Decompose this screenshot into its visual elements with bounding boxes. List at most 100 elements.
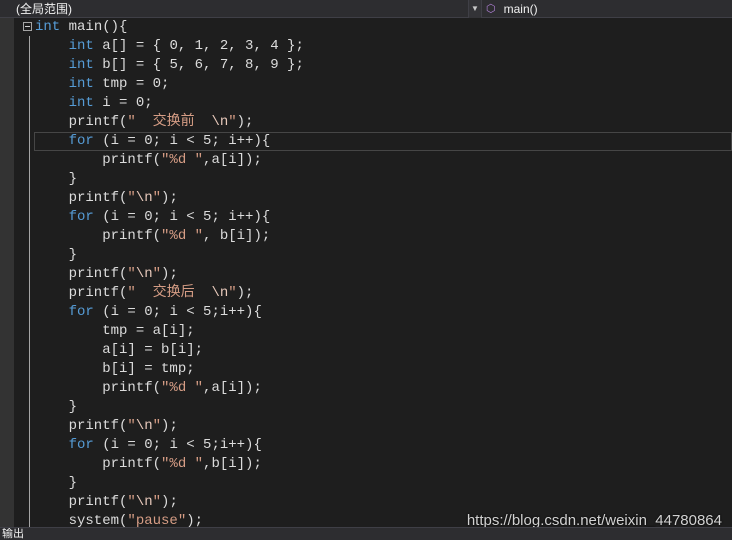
code-editor[interactable]: int main(){ int a[] = { 0, 1, 2, 3, 4 };… bbox=[0, 18, 732, 527]
code-line[interactable]: printf(" 交换后 \n"); bbox=[35, 284, 304, 303]
output-panel-label: 输出 bbox=[2, 528, 24, 540]
code-line[interactable]: a[i] = b[i]; bbox=[35, 341, 304, 360]
code-token: ); bbox=[161, 418, 178, 434]
member-dropdown-value: main() bbox=[503, 1, 538, 16]
code-token: \n bbox=[135, 494, 153, 510]
code-line[interactable]: int a[] = { 0, 1, 2, 3, 4 }; bbox=[35, 37, 304, 56]
code-token: int bbox=[68, 95, 94, 111]
code-token: "%d " bbox=[161, 456, 204, 472]
code-token: " bbox=[152, 190, 162, 206]
code-line[interactable]: int i = 0; bbox=[35, 94, 304, 113]
code-line[interactable]: int tmp = 0; bbox=[35, 75, 304, 94]
code-token: (i = 0; i < 5;i++){ bbox=[93, 304, 262, 320]
code-line[interactable]: for (i = 0; i < 5;i++){ bbox=[35, 436, 304, 455]
scope-dropdown-arrow[interactable]: ▼ bbox=[468, 0, 482, 18]
code-token: } bbox=[35, 171, 78, 187]
code-token: printf( bbox=[35, 380, 162, 396]
code-token: \n bbox=[211, 114, 229, 130]
code-token: " bbox=[127, 190, 136, 206]
code-token: for bbox=[68, 437, 94, 453]
code-line[interactable]: printf(" 交换前 \n"); bbox=[35, 113, 304, 132]
code-line[interactable]: printf("%d ",b[i]); bbox=[35, 455, 304, 474]
code-token: ); bbox=[161, 266, 178, 282]
code-token: for bbox=[68, 304, 94, 320]
code-token: printf( bbox=[35, 114, 128, 130]
editor-margin bbox=[0, 18, 14, 527]
code-line[interactable]: tmp = a[i]; bbox=[35, 322, 304, 341]
code-token: i = 0; bbox=[93, 95, 153, 111]
code-token: a[] = { 0, 1, 2, 3, 4 }; bbox=[93, 38, 304, 54]
code-token: system( bbox=[35, 513, 128, 527]
code-line[interactable]: b[i] = tmp; bbox=[35, 360, 304, 379]
code-token: " bbox=[152, 494, 162, 510]
collapse-toggle-icon[interactable] bbox=[23, 22, 32, 31]
code-token: a[i] = b[i]; bbox=[35, 342, 204, 358]
code-token: \n bbox=[211, 285, 229, 301]
code-token: ); bbox=[236, 114, 254, 130]
code-token: } bbox=[35, 247, 78, 263]
code-token: (i = 0; i < 5;i++){ bbox=[93, 437, 262, 453]
scope-dropdown-value: (全局范围) bbox=[16, 2, 72, 16]
code-token: " bbox=[127, 494, 136, 510]
code-token: main(){ bbox=[60, 19, 128, 35]
member-dropdown[interactable]: ⬡ main() bbox=[482, 0, 732, 18]
code-token: printf( bbox=[35, 418, 128, 434]
output-panel-tab[interactable]: 输出 bbox=[0, 527, 732, 540]
code-line[interactable]: printf("\n"); bbox=[35, 417, 304, 436]
code-line[interactable]: printf("\n"); bbox=[35, 493, 304, 512]
code-line[interactable]: printf("\n"); bbox=[35, 265, 304, 284]
code-token: ); bbox=[186, 513, 204, 527]
code-token: \n bbox=[135, 190, 153, 206]
code-token: "%d " bbox=[161, 380, 204, 396]
code-line[interactable]: printf("\n"); bbox=[35, 189, 304, 208]
code-line[interactable]: int b[] = { 5, 6, 7, 8, 9 }; bbox=[35, 56, 304, 75]
code-line[interactable]: } bbox=[35, 170, 304, 189]
outline-guide bbox=[29, 36, 30, 527]
code-token: (i = 0; i < 5; i++){ bbox=[93, 209, 271, 225]
code-line[interactable]: } bbox=[35, 474, 304, 493]
code-token: int bbox=[68, 38, 94, 54]
code-token: "%d " bbox=[161, 228, 204, 244]
code-text[interactable]: int main(){ int a[] = { 0, 1, 2, 3, 4 };… bbox=[35, 18, 304, 527]
code-token: (i = 0; i < 5; i++){ bbox=[93, 133, 271, 149]
code-token: ,a[i]); bbox=[203, 380, 262, 396]
code-token: " 交换后 bbox=[127, 285, 212, 301]
code-line[interactable]: for (i = 0; i < 5; i++){ bbox=[35, 132, 304, 151]
code-token: " bbox=[152, 266, 162, 282]
code-token: ); bbox=[236, 285, 254, 301]
code-token: " 交换前 bbox=[127, 114, 212, 130]
code-token: printf( bbox=[35, 152, 162, 168]
code-line[interactable]: for (i = 0; i < 5; i++){ bbox=[35, 208, 304, 227]
code-token: \n bbox=[135, 266, 153, 282]
code-token: b[] = { 5, 6, 7, 8, 9 }; bbox=[93, 57, 304, 73]
code-line[interactable]: int main(){ bbox=[35, 18, 304, 37]
code-line[interactable]: } bbox=[35, 246, 304, 265]
chevron-down-icon: ▼ bbox=[471, 4, 479, 13]
code-token: printf( bbox=[35, 266, 128, 282]
code-token: for bbox=[68, 133, 94, 149]
code-token: int bbox=[68, 76, 94, 92]
code-token: tmp = a[i]; bbox=[35, 323, 195, 339]
code-line[interactable]: printf("%d ",a[i]); bbox=[35, 379, 304, 398]
code-line[interactable]: printf("%d ", b[i]); bbox=[35, 227, 304, 246]
code-token: " bbox=[152, 418, 162, 434]
code-line[interactable]: } bbox=[35, 398, 304, 417]
code-token: printf( bbox=[35, 285, 128, 301]
code-token: int bbox=[35, 19, 61, 35]
code-token: printf( bbox=[35, 456, 162, 472]
code-token: printf( bbox=[35, 228, 162, 244]
code-line[interactable]: system("pause"); bbox=[35, 512, 304, 527]
code-line[interactable]: printf("%d ",a[i]); bbox=[35, 151, 304, 170]
scope-dropdown[interactable]: (全局范围) bbox=[0, 0, 468, 18]
code-token: } bbox=[35, 475, 78, 491]
code-line[interactable]: for (i = 0; i < 5;i++){ bbox=[35, 303, 304, 322]
code-token: " bbox=[228, 114, 237, 130]
